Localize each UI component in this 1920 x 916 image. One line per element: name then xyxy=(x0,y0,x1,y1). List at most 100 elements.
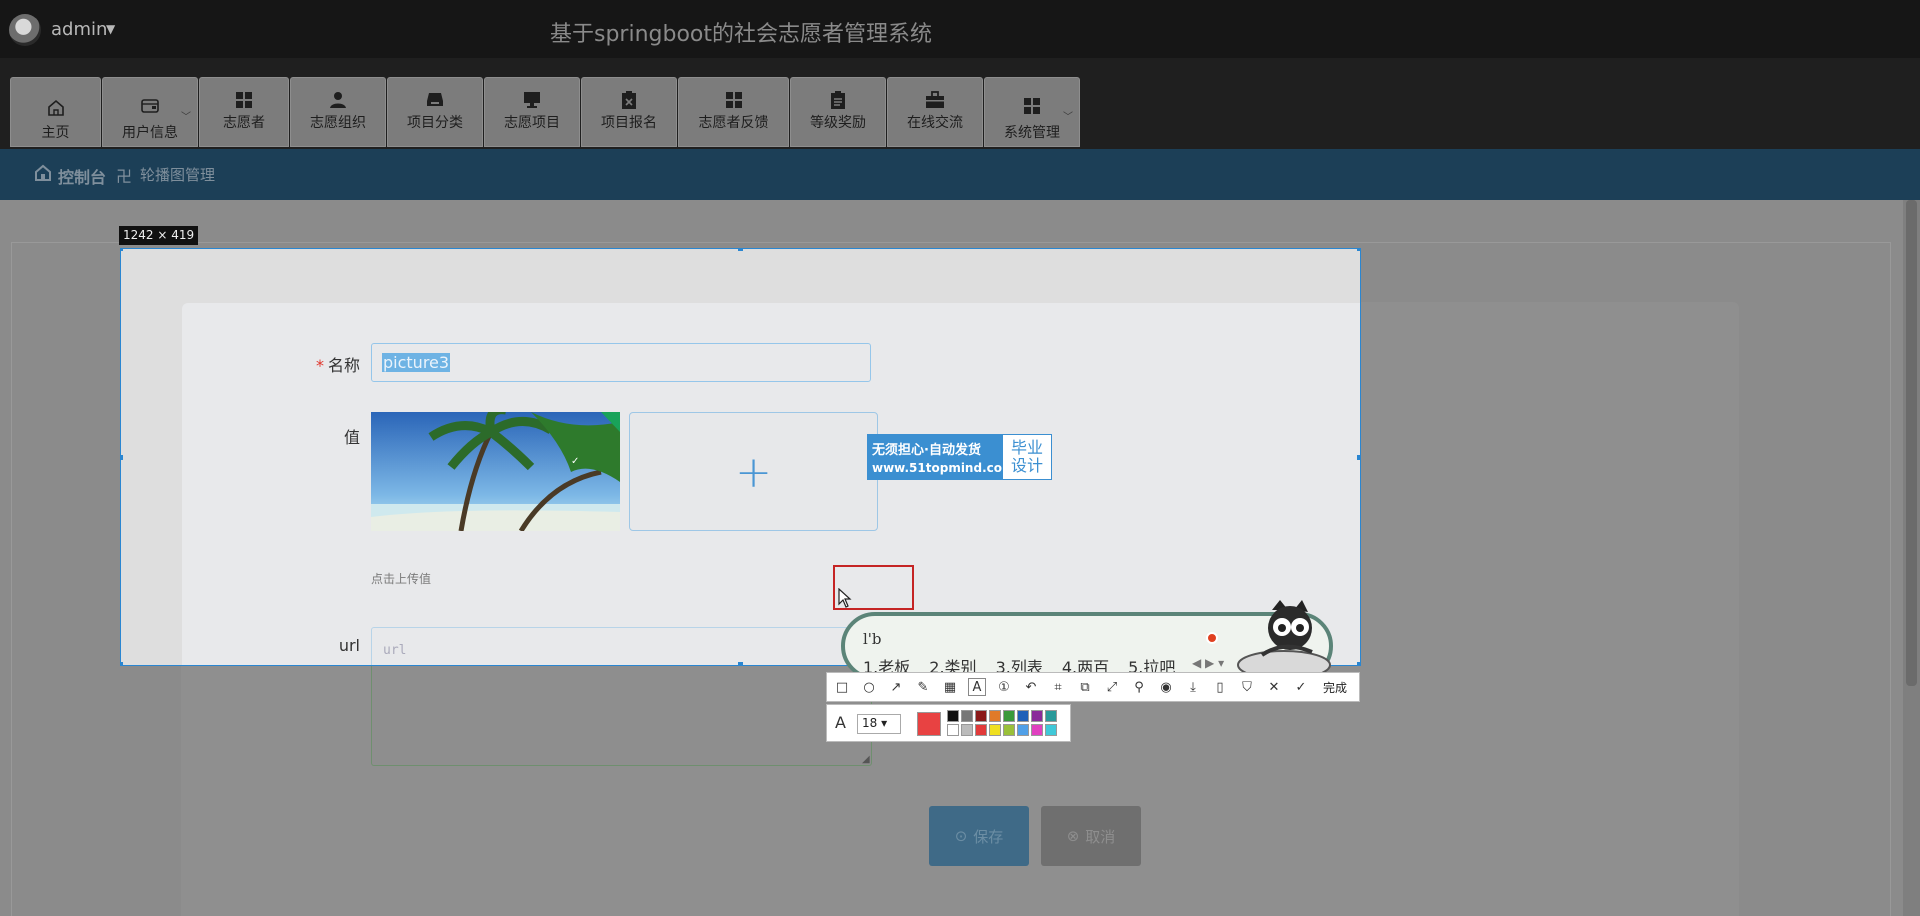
capture-size-label: 1242 × 419 xyxy=(119,226,199,245)
watermark-right-bottom: 设计 xyxy=(1010,456,1043,475)
current-color-swatch[interactable] xyxy=(917,712,941,736)
selection-handle[interactable] xyxy=(1357,455,1360,460)
color-swatch[interactable] xyxy=(947,710,959,722)
undo-icon[interactable]: ↶ xyxy=(1022,678,1040,696)
selection-handle[interactable] xyxy=(1357,662,1360,665)
color-swatch[interactable] xyxy=(975,710,987,722)
nav-item-label: 志愿组织 xyxy=(310,115,366,131)
text-tool-icon[interactable]: A xyxy=(968,678,986,696)
font-size-select[interactable]: 18 ▾ xyxy=(857,714,901,734)
pin-icon[interactable]: ⚲ xyxy=(1130,678,1148,696)
nav-item-project-signup[interactable]: 项目报名 xyxy=(581,77,677,147)
rectangle-tool-icon[interactable]: □ xyxy=(833,678,851,696)
color-swatch[interactable] xyxy=(1045,710,1057,722)
selection-handle[interactable] xyxy=(1357,249,1360,251)
resize-grip-icon[interactable]: ◢ xyxy=(862,754,870,765)
breadcrumb xyxy=(0,149,1920,200)
color-swatch[interactable] xyxy=(1031,710,1043,722)
check-circle-icon: ⊙ xyxy=(954,827,968,845)
arrow-tool-icon[interactable]: ↗ xyxy=(887,678,905,696)
color-swatch[interactable] xyxy=(1017,724,1029,736)
color-swatch[interactable] xyxy=(989,710,1001,722)
bookmark-icon[interactable]: ⛉ xyxy=(1238,678,1256,696)
url-textarea-lower[interactable] xyxy=(371,666,872,766)
ime-page-arrows-icon[interactable]: ◀ ▶ ▾ xyxy=(1192,656,1224,670)
home-icon xyxy=(11,98,100,118)
top-bar: admin ▼ 基于springboot的社会志愿者管理系统 xyxy=(0,0,1920,58)
long-capture-icon[interactable]: ⤢ xyxy=(1103,678,1121,696)
selection-handle[interactable] xyxy=(121,249,123,251)
done-button[interactable]: 完成 xyxy=(1323,679,1347,696)
selection-handle[interactable] xyxy=(738,662,743,665)
color-swatch[interactable] xyxy=(1003,710,1015,722)
nav-item-user-info[interactable]: 用户信息 ﹀ xyxy=(102,77,198,147)
nav-item-label: 用户信息 xyxy=(122,125,178,141)
nav-item-level-reward[interactable]: 等级奖励 xyxy=(790,77,886,147)
image-upload-button[interactable]: + xyxy=(629,412,878,531)
save-button-label: 保存 xyxy=(973,827,1004,846)
close-icon[interactable]: ✕ xyxy=(1265,678,1283,696)
color-swatch[interactable] xyxy=(961,710,973,722)
watermark-line1: 无须担心·自动发货 xyxy=(872,443,981,458)
nav-item-volunteer-feedback[interactable]: 志愿者反馈 xyxy=(678,77,789,147)
breadcrumb-root[interactable]: 控制台 xyxy=(58,164,106,188)
watermark-ad[interactable]: 无须担心·自动发货 www.51topmind.com 毕业 设计 xyxy=(867,434,1052,480)
nav-item-volunteer[interactable]: 志愿者 xyxy=(199,77,289,147)
nav-item-label: 在线交流 xyxy=(907,115,963,131)
cancel-button[interactable]: ⊗ 取消 xyxy=(1041,806,1141,866)
nav-item-label: 项目报名 xyxy=(601,115,657,131)
capture-selection[interactable]: * 名称 picture3 值 ✓ + 点击上传值 url url xyxy=(120,248,1361,666)
font-icon: A xyxy=(835,713,846,732)
svg-text:✓: ✓ xyxy=(571,456,579,467)
briefcase-icon xyxy=(888,91,982,111)
plus-icon: + xyxy=(735,447,772,498)
upload-hint: 点击上传值 xyxy=(371,572,432,586)
color-swatch[interactable] xyxy=(1031,724,1043,736)
color-swatch[interactable] xyxy=(1017,710,1029,722)
uploaded-image-thumbnail[interactable]: ✓ xyxy=(371,412,620,531)
crop-icon[interactable]: ⌗ xyxy=(1049,678,1067,696)
grid-icon xyxy=(679,91,788,111)
clipboard-icon xyxy=(791,91,885,111)
nav-item-project-category[interactable]: 项目分类 xyxy=(387,77,483,147)
save-file-icon[interactable]: ▯ xyxy=(1211,678,1229,696)
nav-item-label: 志愿者 xyxy=(223,115,265,131)
check-icon[interactable]: ✓ xyxy=(1292,678,1310,696)
color-swatch[interactable] xyxy=(975,724,987,736)
capture-toolbar: □ ○ ↗ ✎ ▦ A ① ↶ ⌗ ⧉ ⤢ ⚲ ◉ ⤓ ▯ ⛉ ✕ ✓ 完成 xyxy=(826,672,1360,702)
user-icon xyxy=(291,91,385,111)
color-swatch[interactable] xyxy=(1045,724,1057,736)
scrollbar-thumb[interactable] xyxy=(1906,200,1917,686)
nav-item-system-admin[interactable]: 系统管理 ﹀ xyxy=(984,77,1080,147)
breadcrumb-separator: 卍 xyxy=(116,167,133,186)
capture-style-panel: A 18 ▾ xyxy=(826,704,1071,742)
download-icon[interactable]: ⤓ xyxy=(1184,678,1202,696)
selection-handle[interactable] xyxy=(738,249,743,251)
nav-item-volunteer-org[interactable]: 志愿组织 xyxy=(290,77,386,147)
url-textarea[interactable]: url xyxy=(371,627,871,665)
breadcrumb-current: 轮播图管理 xyxy=(140,166,216,184)
ime-status-icon[interactable] xyxy=(1206,632,1218,644)
selection-handle[interactable] xyxy=(121,455,123,460)
copy-icon[interactable]: ⧉ xyxy=(1076,678,1094,696)
pen-tool-icon[interactable]: ✎ xyxy=(914,678,932,696)
selection-handle[interactable] xyxy=(121,662,123,665)
color-swatch[interactable] xyxy=(1003,724,1015,736)
ellipse-tool-icon[interactable]: ○ xyxy=(860,678,878,696)
nav-item-online-chat[interactable]: 在线交流 xyxy=(887,77,983,147)
nav-item-home[interactable]: 主页 xyxy=(10,77,101,147)
number-tool-icon[interactable]: ① xyxy=(995,678,1013,696)
record-icon[interactable]: ◉ xyxy=(1157,678,1175,696)
main-nav: 主页 用户信息 ﹀ 志愿者 志愿组织 项目分类 志愿项目 项目报名 志愿者反馈 … xyxy=(0,58,1920,149)
color-swatch[interactable] xyxy=(947,724,959,736)
home-icon[interactable] xyxy=(34,164,52,185)
nav-item-label: 项目分类 xyxy=(407,115,463,131)
color-swatch[interactable] xyxy=(961,724,973,736)
color-swatch[interactable] xyxy=(989,724,1001,736)
url-label: url xyxy=(338,636,360,655)
mosaic-tool-icon[interactable]: ▦ xyxy=(941,678,959,696)
nav-item-volunteer-project[interactable]: 志愿项目 xyxy=(484,77,580,147)
watermark-line2: www.51topmind.com xyxy=(872,461,1015,475)
name-input[interactable]: picture3 xyxy=(371,343,871,382)
save-button[interactable]: ⊙ 保存 xyxy=(929,806,1029,866)
